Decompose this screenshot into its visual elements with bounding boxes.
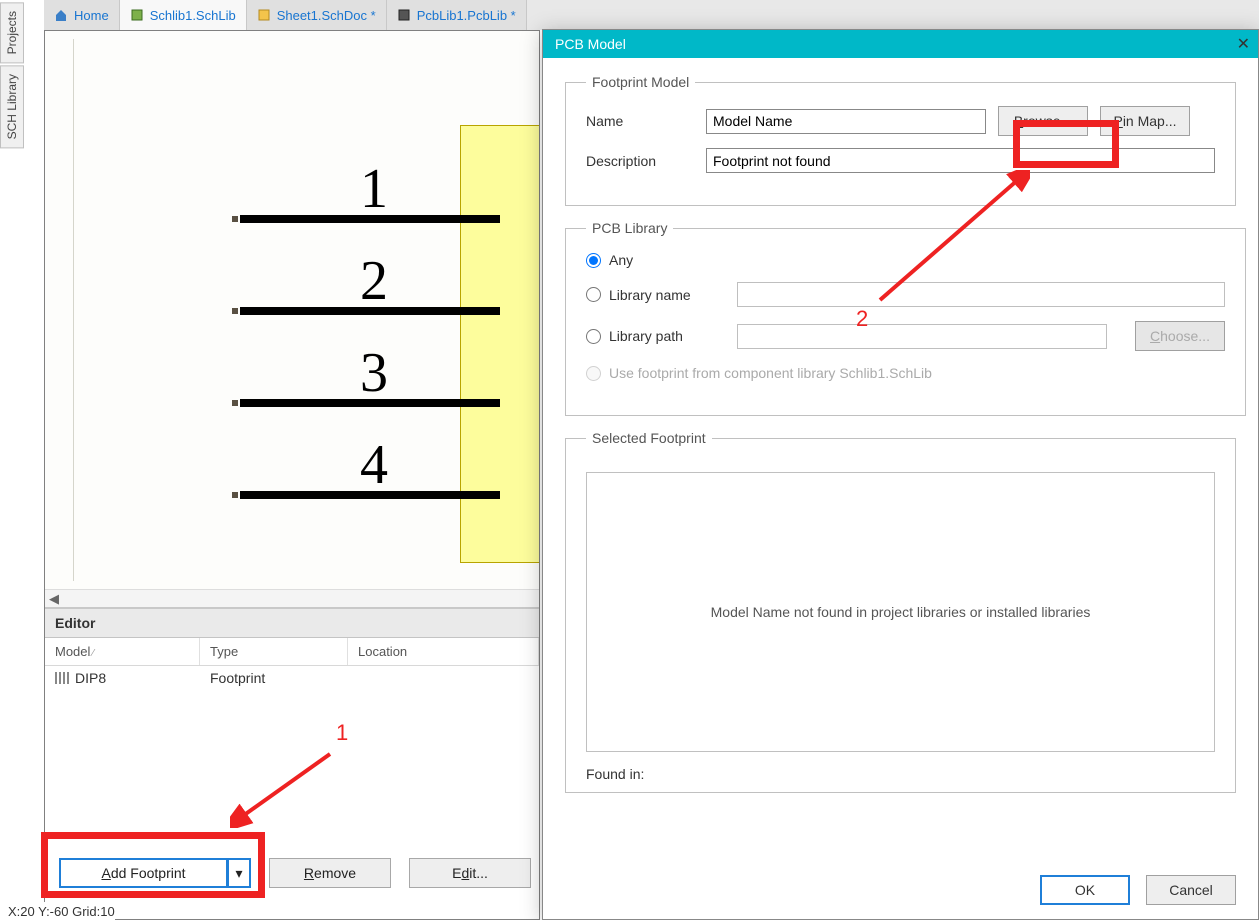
pcb-model-dialog: PCB Model ✕ Footprint Model Name Browse.… [542,29,1259,920]
status-bar: X:20 Y:-60 Grid:10 [0,902,115,920]
any-radio[interactable] [586,253,601,268]
pin-line [240,399,500,407]
found-in-label: Found in: [586,766,1215,782]
pin-3-number: 3 [360,341,388,405]
schematic-canvas[interactable]: 1 2 3 4 [45,31,539,589]
tab-schlib-label: Schlib1.SchLib [150,8,236,23]
edit-button[interactable]: Edit... [409,858,531,888]
pcblib-icon [397,8,411,22]
tab-pcblib-label: PcbLib1.PcbLib * [417,8,516,23]
close-icon[interactable]: ✕ [1237,34,1250,54]
editor-tab[interactable]: Editor [45,609,539,638]
pin-line [240,215,500,223]
cancel-button[interactable]: Cancel [1146,875,1236,905]
schlib-icon [130,8,144,22]
dialog-body: Footprint Model Name Browse... Pin Map..… [543,58,1258,858]
tab-schlib[interactable]: Schlib1.SchLib [120,0,247,30]
col-model[interactable]: Model⁄ [45,638,200,665]
dialog-title: PCB Model [555,36,626,52]
canvas-margin-line [73,39,74,581]
tab-pcblib[interactable]: PcbLib1.PcbLib * [387,0,527,30]
pin-1-number: 1 [360,157,388,221]
tab-home-label: Home [74,8,109,23]
pin-endpoint [232,216,238,222]
side-tabs: Projects SCH Library [0,2,26,151]
libpath-radio[interactable] [586,329,601,344]
pinmap-button[interactable]: Pin Map... [1100,106,1190,136]
add-footprint-split: Add Footprint ▾ [59,858,251,888]
workspace: 1 2 3 4 ◀ Editor Model⁄ Type Loca [44,30,540,920]
notfound-text: Model Name not found in project librarie… [711,604,1091,620]
tab-sheet[interactable]: Sheet1.SchDoc * [247,0,387,30]
pcb-library-group: PCB Library Any Library name Library pat… [565,220,1246,416]
col-model-label: Model [55,644,90,659]
dialog-titlebar[interactable]: PCB Model ✕ [543,30,1258,58]
editor-row[interactable]: DIP8 Footprint [45,666,539,690]
cell-type: Footprint [210,670,358,686]
pin-endpoint [232,308,238,314]
sheet-icon [257,8,271,22]
col-location[interactable]: Location [348,638,539,665]
choose-button: Choose... [1135,321,1225,351]
description-label: Description [586,153,706,169]
editor-col-headers: Model⁄ Type Location [45,638,539,666]
pin-4-number: 4 [360,433,388,497]
dialog-footer: OK Cancel [1040,875,1236,905]
add-footprint-button[interactable]: Add Footprint [59,858,227,888]
side-tab-schlibrary[interactable]: SCH Library [0,65,24,148]
libpath-label: Library path [609,328,709,344]
tab-home[interactable]: Home [44,0,120,30]
selected-footprint-group: Selected Footprint Model Name not found … [565,430,1236,793]
remove-button[interactable]: Remove [269,858,391,888]
doc-tabs: Home Schlib1.SchLib Sheet1.SchDoc * PcbL… [44,0,1259,30]
usefrom-radio [586,366,601,381]
name-input[interactable] [706,109,986,134]
browse-button[interactable]: Browse... [998,106,1088,136]
editor-panel: Editor Model⁄ Type Location DIP8 Footpri… [45,607,539,690]
libname-radio[interactable] [586,287,601,302]
ok-button[interactable]: OK [1040,875,1130,905]
add-footprint-dropdown[interactable]: ▾ [227,858,251,888]
libpath-input[interactable] [737,324,1107,349]
description-input[interactable] [706,148,1215,173]
horizontal-scrollbar[interactable]: ◀ [45,589,539,607]
pin-endpoint [232,492,238,498]
cell-model: DIP8 [75,670,210,686]
pcb-library-legend: PCB Library [586,220,673,236]
name-label: Name [586,113,706,129]
home-icon [54,8,68,22]
footprint-icon [55,672,69,684]
selected-footprint-legend: Selected Footprint [586,430,712,446]
footprint-preview: Model Name not found in project librarie… [586,472,1215,752]
col-type[interactable]: Type [200,638,348,665]
footprint-model-legend: Footprint Model [586,74,695,90]
libname-label: Library name [609,287,709,303]
side-tab-projects[interactable]: Projects [0,2,24,63]
sort-icon: ⁄ [92,648,94,659]
chevron-down-icon: ▾ [235,865,242,882]
libname-input[interactable] [737,282,1225,307]
pin-line [240,307,500,315]
editor-button-bar: Add Footprint ▾ Remove Edit... [59,849,531,897]
scroll-left-icon[interactable]: ◀ [45,590,63,608]
usefrom-label: Use footprint from component library Sch… [609,365,932,381]
tab-sheet-label: Sheet1.SchDoc * [277,8,376,23]
any-label: Any [609,252,633,268]
add-footprint-label: dd Footprint [111,865,186,881]
footprint-model-group: Footprint Model Name Browse... Pin Map..… [565,74,1236,206]
pin-line [240,491,500,499]
pin-endpoint [232,400,238,406]
pin-2-number: 2 [360,249,388,313]
